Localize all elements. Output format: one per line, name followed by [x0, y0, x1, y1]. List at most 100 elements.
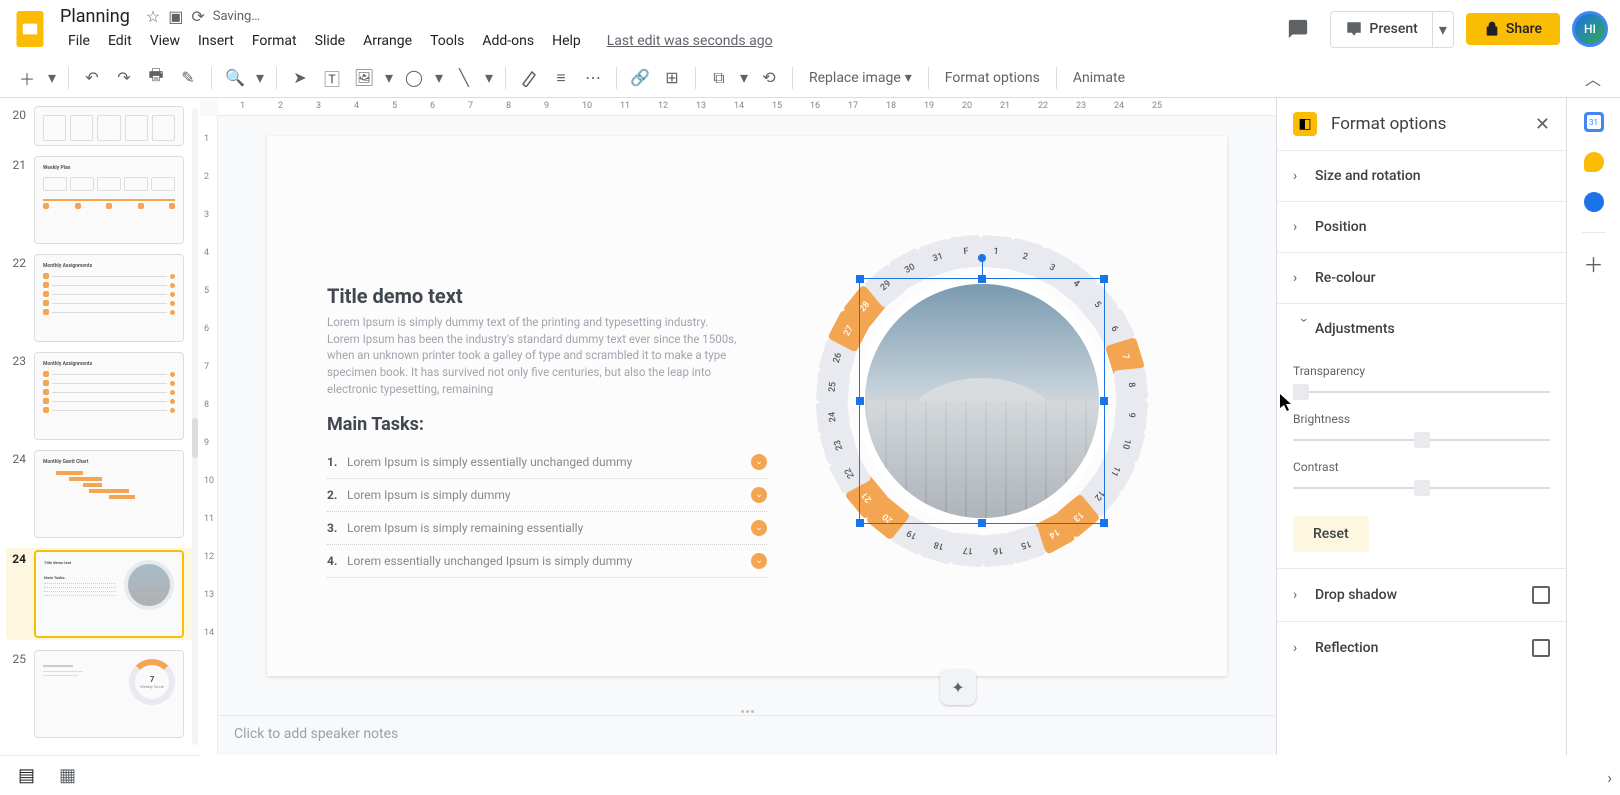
tasks-icon[interactable]: [1584, 192, 1604, 212]
replace-image-button[interactable]: Replace image▾: [801, 70, 920, 86]
slider-thumb[interactable]: [1293, 384, 1309, 400]
size-rotation-section[interactable]: › Size and rotation: [1277, 151, 1566, 201]
link-button[interactable]: 🔗: [625, 63, 655, 93]
mask-dropdown[interactable]: ▾: [736, 63, 752, 93]
menu-file[interactable]: File: [60, 29, 98, 53]
menu-help[interactable]: Help: [544, 29, 589, 53]
slide-body[interactable]: Lorem Ipsum is simply dummy text of the …: [327, 314, 737, 397]
slide-thumb-22[interactable]: 22 Monthly Assignments: [8, 254, 196, 342]
reflection-checkbox[interactable]: [1532, 639, 1550, 657]
task-row[interactable]: 4.Lorem essentially unchanged Ipsum is s…: [327, 545, 767, 578]
border-color-button[interactable]: [514, 63, 544, 93]
check-icon: ⌄: [751, 454, 767, 470]
calendar-icon[interactable]: 31: [1584, 112, 1604, 132]
section-label: Size and rotation: [1315, 168, 1421, 184]
circular-image[interactable]: [857, 276, 1107, 526]
reflection-section[interactable]: › Reflection: [1277, 622, 1566, 674]
task-row[interactable]: 2.Lorem Ipsum is simply dummy⌄: [327, 479, 767, 512]
textbox-tool[interactable]: 🅃: [317, 63, 347, 93]
slide-title[interactable]: Title demo text: [327, 284, 463, 308]
position-section[interactable]: › Position: [1277, 202, 1566, 252]
task-row[interactable]: 3.Lorem Ipsum is simply remaining essent…: [327, 512, 767, 545]
drop-shadow-checkbox[interactable]: [1532, 586, 1550, 604]
slide-subtitle[interactable]: Main Tasks:: [327, 414, 424, 435]
present-dropdown[interactable]: ▾: [1433, 11, 1454, 48]
select-tool[interactable]: ➤: [285, 63, 315, 93]
drop-shadow-section[interactable]: › Drop shadow: [1277, 569, 1566, 621]
comments-icon[interactable]: [1278, 9, 1318, 49]
reset-button[interactable]: Reset: [1293, 516, 1369, 552]
new-slide-button[interactable]: ＋: [12, 63, 42, 93]
add-addon-icon[interactable]: ＋: [1584, 253, 1604, 273]
speaker-notes[interactable]: Click to add speaker notes: [218, 715, 1276, 755]
comment-button[interactable]: ⊞: [657, 63, 687, 93]
slide-thumb-21[interactable]: 21 Weekly Plan: [8, 156, 196, 244]
task-row[interactable]: 1.Lorem Ipsum is simply essentially unch…: [327, 446, 767, 479]
shape-tool-dropdown[interactable]: ▾: [431, 63, 447, 93]
slide-panel[interactable]: 20 21 Weekly Plan: [0, 98, 200, 755]
slide-canvas[interactable]: Title demo text Lorem Ipsum is simply du…: [267, 136, 1227, 676]
hide-sidepanel-button[interactable]: ›: [1607, 768, 1612, 787]
slidepanel-scrollbar-thumb[interactable]: [192, 418, 198, 458]
shape-tool[interactable]: ◯: [399, 63, 429, 93]
doc-title[interactable]: Planning: [60, 6, 130, 27]
menu-format[interactable]: Format: [244, 29, 305, 53]
animate-button[interactable]: Animate: [1065, 70, 1133, 86]
new-slide-dropdown[interactable]: ▾: [44, 63, 60, 93]
slide-thumb-25-selected[interactable]: 24 Title demo text Main Tasks:: [6, 548, 196, 640]
task-list[interactable]: 1.Lorem Ipsum is simply essentially unch…: [327, 446, 767, 578]
print-button[interactable]: 🖶: [141, 63, 171, 93]
last-edit-link[interactable]: Last edit was seconds ago: [607, 29, 773, 53]
redo-button[interactable]: ↷: [109, 63, 139, 93]
user-avatar[interactable]: HI: [1572, 11, 1608, 47]
format-options-button[interactable]: Format options: [937, 70, 1048, 86]
zoom-dropdown[interactable]: ▾: [252, 63, 268, 93]
slide-thumb-23[interactable]: 23 Monthly Assignments: [8, 352, 196, 440]
lock-icon: [1484, 21, 1500, 37]
present-button[interactable]: Present: [1330, 11, 1432, 48]
brightness-slider[interactable]: [1293, 430, 1550, 450]
collapse-toolbar-button[interactable]: ︿: [1578, 63, 1608, 93]
line-tool[interactable]: ╲: [449, 63, 479, 93]
contrast-slider[interactable]: [1293, 478, 1550, 498]
menu-view[interactable]: View: [142, 29, 188, 53]
share-button[interactable]: Share: [1466, 13, 1560, 45]
slides-logo[interactable]: [12, 11, 48, 47]
filmstrip-view-button[interactable]: ▤: [12, 759, 41, 792]
menu-slide[interactable]: Slide: [307, 29, 353, 53]
notes-resize-handle[interactable]: [218, 707, 1276, 715]
zoom-button[interactable]: 🔍: [220, 63, 250, 93]
grid-view-button[interactable]: ▦: [53, 759, 82, 792]
menu-insert[interactable]: Insert: [190, 29, 242, 53]
image-tool-dropdown[interactable]: ▾: [381, 63, 397, 93]
menu-edit[interactable]: Edit: [100, 29, 140, 53]
adjustments-section[interactable]: › Adjustments: [1277, 304, 1566, 354]
image-tool[interactable]: 🖼: [349, 63, 379, 93]
border-weight-button[interactable]: ≡: [546, 63, 576, 93]
undo-button[interactable]: ↶: [77, 63, 107, 93]
explore-button[interactable]: ✦: [940, 669, 976, 705]
line-tool-dropdown[interactable]: ▾: [481, 63, 497, 93]
slider-thumb[interactable]: [1414, 480, 1430, 496]
ruler-horizontal[interactable]: 1234567891011121314151617181920212223242…: [218, 98, 1276, 116]
slide-thumb-26[interactable]: 25 7 Weekly Circle: [8, 650, 196, 738]
menu-tools[interactable]: Tools: [422, 29, 472, 53]
crop-button[interactable]: ⧉: [704, 63, 734, 93]
slide-thumb-24[interactable]: 24 Monthly Gantt Chart: [8, 450, 196, 538]
keep-icon[interactable]: [1584, 152, 1604, 172]
recolour-section[interactable]: › Re-colour: [1277, 253, 1566, 303]
thumb-title: Monthly Assignments: [43, 361, 175, 367]
menu-arrange[interactable]: Arrange: [355, 29, 420, 53]
move-icon[interactable]: ▣: [168, 7, 183, 26]
day-ring-graphic[interactable]: F123456789101112131415161718192021222324…: [817, 236, 1147, 566]
slide-thumb-20[interactable]: 20: [8, 106, 196, 146]
brightness-label: Brightness: [1293, 412, 1550, 426]
paint-format-button[interactable]: ✎: [173, 63, 203, 93]
star-icon[interactable]: ☆: [146, 7, 160, 26]
menu-addons[interactable]: Add-ons: [474, 29, 542, 53]
reset-image-button[interactable]: ⟲: [754, 63, 784, 93]
border-dash-button[interactable]: ⋯: [578, 63, 608, 93]
transparency-slider[interactable]: [1293, 382, 1550, 402]
close-panel-button[interactable]: ✕: [1535, 114, 1550, 135]
slider-thumb[interactable]: [1414, 432, 1430, 448]
